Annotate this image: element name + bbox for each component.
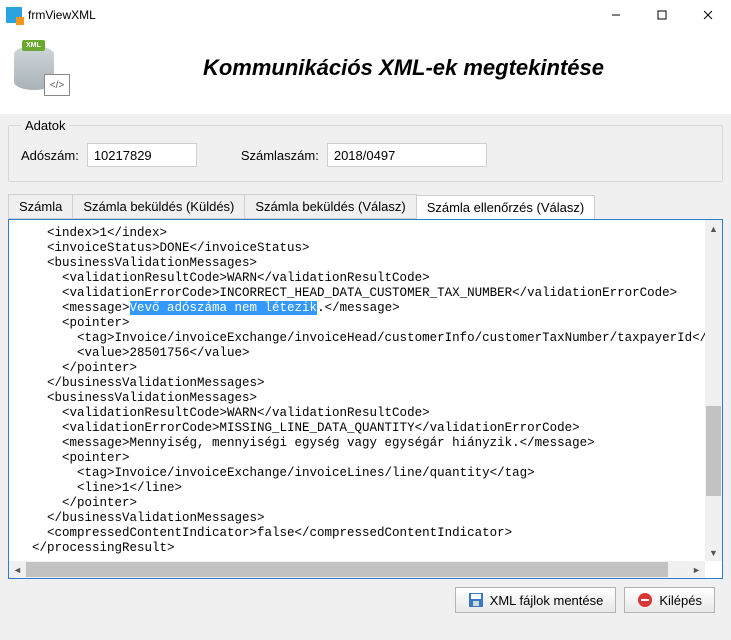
minimize-icon <box>611 10 621 20</box>
maximize-button[interactable] <box>639 0 685 30</box>
app-icon <box>6 7 22 23</box>
adatok-legend: Adatok <box>21 118 69 133</box>
save-xml-label: XML fájlok mentése <box>490 593 604 608</box>
tab-strip: Számla Számla beküldés (Küldés) Számla b… <box>8 194 723 219</box>
titlebar: frmViewXML <box>0 0 731 30</box>
minimize-button[interactable] <box>593 0 639 30</box>
szamlaszam-input[interactable] <box>327 143 487 167</box>
exit-button[interactable]: Kilépés <box>624 587 715 613</box>
tab-bekuldes-kuldes[interactable]: Számla beküldés (Küldés) <box>72 194 245 219</box>
close-button[interactable] <box>685 0 731 30</box>
exit-icon <box>637 592 653 608</box>
xml-viewer: <index>1</index> <invoiceStatus>DONE</in… <box>8 219 723 579</box>
floppy-icon <box>468 592 484 608</box>
scroll-down-icon[interactable]: ▼ <box>705 544 722 561</box>
app-logo: XML </> <box>14 40 70 96</box>
vscroll-thumb[interactable] <box>706 406 721 496</box>
vscroll-track[interactable] <box>705 237 722 544</box>
vertical-scrollbar[interactable]: ▲ ▼ <box>705 220 722 561</box>
close-icon <box>703 10 713 20</box>
adoszam-input[interactable] <box>87 143 197 167</box>
page-title: Kommunikációs XML-ek megtekintése <box>90 55 717 81</box>
tab-ellenorzes-valasz[interactable]: Számla ellenőrzés (Válasz) <box>416 195 596 220</box>
xml-content[interactable]: <index>1</index> <invoiceStatus>DONE</in… <box>9 220 722 560</box>
tab-bekuldes-valasz[interactable]: Számla beküldés (Válasz) <box>244 194 416 219</box>
window-title: frmViewXML <box>28 8 96 22</box>
hscroll-thumb[interactable] <box>26 562 668 577</box>
maximize-icon <box>657 10 667 20</box>
hscroll-track[interactable] <box>26 561 688 578</box>
header: XML </> Kommunikációs XML-ek megtekintés… <box>0 30 731 114</box>
exit-label: Kilépés <box>659 593 702 608</box>
scroll-right-icon[interactable]: ► <box>688 561 705 578</box>
adatok-group: Adatok Adószám: Számlaszám: <box>8 118 723 182</box>
footer: XML fájlok mentése Kilépés <box>8 579 723 613</box>
tab-szamla[interactable]: Számla <box>8 194 73 219</box>
horizontal-scrollbar[interactable]: ◄ ► <box>9 561 705 578</box>
scroll-up-icon[interactable]: ▲ <box>705 220 722 237</box>
scroll-left-icon[interactable]: ◄ <box>9 561 26 578</box>
adoszam-label: Adószám: <box>21 148 79 163</box>
szamlaszam-label: Számlaszám: <box>241 148 319 163</box>
save-xml-button[interactable]: XML fájlok mentése <box>455 587 617 613</box>
